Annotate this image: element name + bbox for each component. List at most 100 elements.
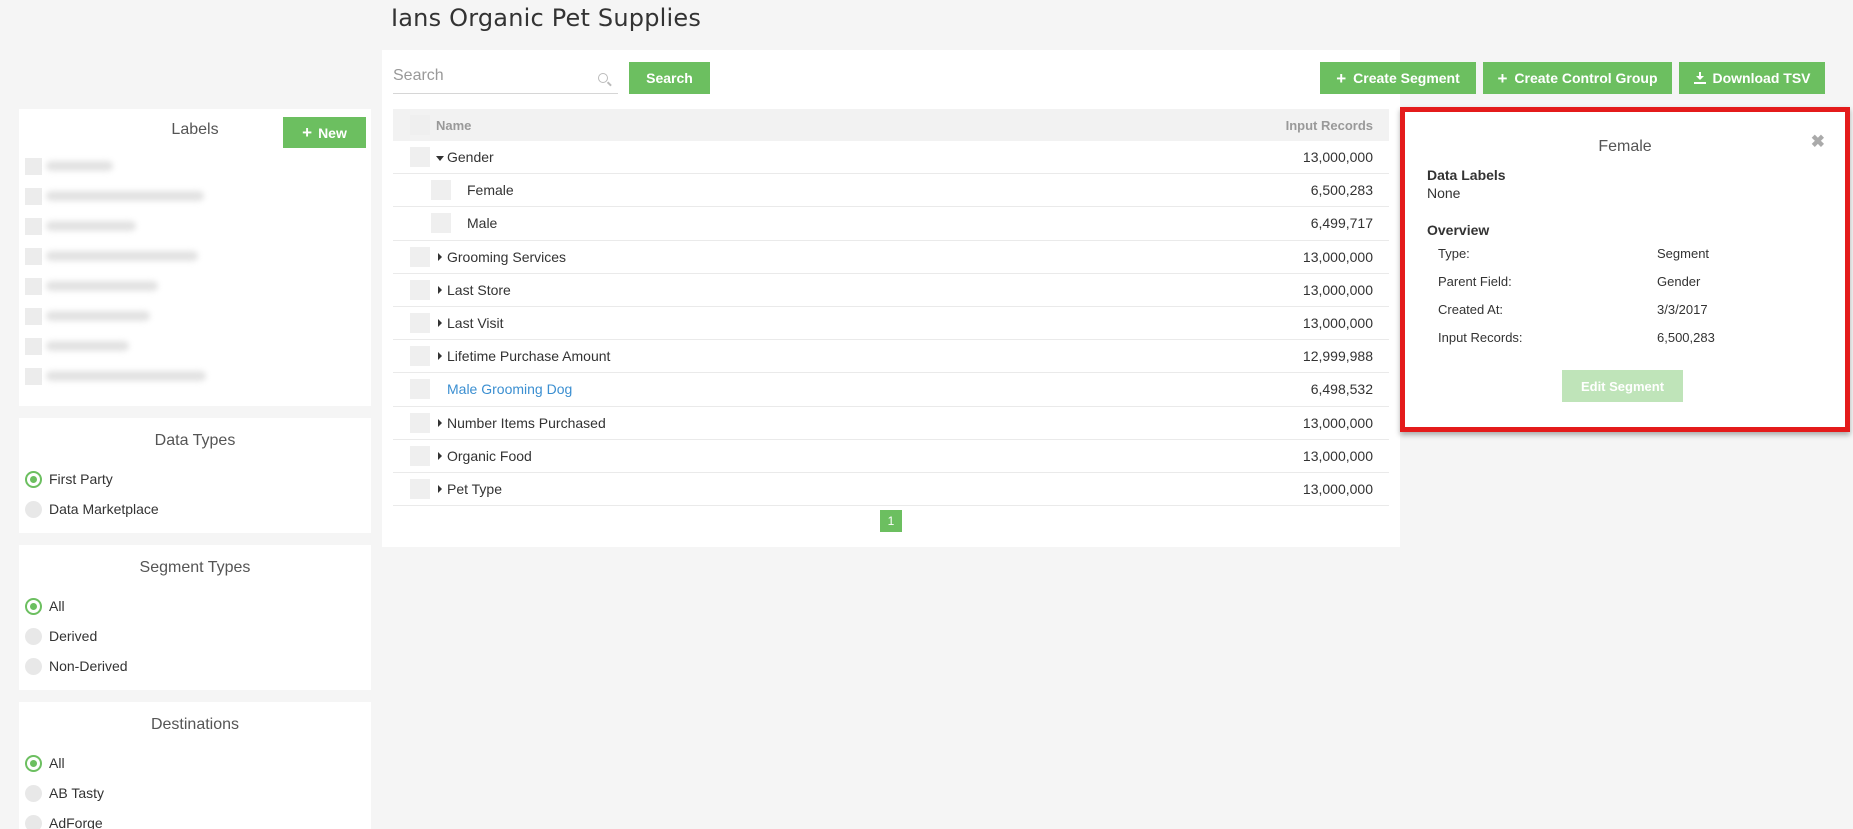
segment-type-option-label: Derived	[49, 628, 98, 644]
label-item[interactable]	[19, 271, 371, 301]
data-type-option[interactable]: First Party	[19, 464, 371, 494]
row-checkbox[interactable]	[410, 246, 430, 267]
row-checkbox[interactable]	[431, 180, 451, 201]
search-button[interactable]: Search	[629, 62, 710, 94]
label-item[interactable]	[19, 181, 371, 211]
row-toggle[interactable]	[436, 418, 447, 427]
row-toggle[interactable]	[436, 352, 447, 361]
row-toggle[interactable]	[436, 451, 447, 460]
destination-radio[interactable]	[25, 814, 42, 829]
download-tsv-text: Download TSV	[1712, 70, 1811, 86]
column-header-name[interactable]: Name	[436, 118, 1189, 133]
row-input-records: 6,498,532	[1310, 381, 1373, 398]
table-row[interactable]: Male Grooming Dog 6,498,532	[393, 373, 1389, 407]
label-item[interactable]	[19, 151, 371, 181]
row-toggle[interactable]	[436, 285, 447, 294]
row-toggle[interactable]	[436, 252, 447, 261]
segment-type-radio[interactable]	[25, 657, 42, 675]
row-toggle[interactable]	[436, 319, 447, 328]
data-types-options: First Party Data Marketplace	[19, 464, 371, 524]
caret-right-icon[interactable]	[438, 285, 442, 294]
table-row[interactable]: Number Items Purchased 13,000,000	[393, 407, 1389, 440]
segment-link[interactable]: Male Grooming Dog	[447, 381, 1189, 397]
search-input[interactable]	[393, 61, 583, 91]
row-checkbox[interactable]	[410, 279, 430, 300]
segment-type-radio[interactable]	[25, 627, 42, 645]
row-checkbox[interactable]	[410, 379, 430, 400]
table-row[interactable]: Last Visit 13,000,000	[393, 307, 1389, 341]
create-control-group-button[interactable]: + Create Control Group	[1483, 62, 1672, 94]
select-all-checkbox[interactable]	[410, 115, 430, 135]
create-segment-button[interactable]: + Create Segment	[1320, 62, 1476, 94]
label-item[interactable]	[19, 301, 371, 331]
caret-right-icon[interactable]	[438, 451, 442, 460]
label-item[interactable]	[19, 211, 371, 241]
table-row[interactable]: Male 6,499,717	[393, 207, 1389, 241]
segment-type-option[interactable]: All	[19, 591, 371, 621]
row-toggle[interactable]	[436, 484, 447, 493]
label-checkbox[interactable]	[25, 217, 42, 235]
label-checkbox[interactable]	[25, 247, 42, 265]
destination-option[interactable]: AdForge	[19, 808, 371, 829]
label-item[interactable]	[19, 241, 371, 271]
label-name-redacted	[46, 221, 136, 231]
label-checkbox[interactable]	[25, 277, 42, 295]
caret-right-icon[interactable]	[438, 319, 442, 328]
table-row[interactable]: Organic Food 13,000,000	[393, 440, 1389, 473]
table-row[interactable]: Grooming Services 13,000,000	[393, 241, 1389, 274]
segment-type-radio[interactable]	[25, 597, 42, 615]
overview-key: Type:	[1438, 246, 1470, 261]
data-labels-value: None	[1427, 185, 1461, 201]
overview-row-input-records: Input Records: 6,500,283	[1438, 330, 1818, 345]
row-checkbox[interactable]	[410, 147, 430, 168]
segment-types-options: All Derived Non-Derived	[19, 591, 371, 681]
table-row[interactable]: Last Store 13,000,000	[393, 274, 1389, 307]
row-checkbox[interactable]	[431, 213, 451, 234]
caret-right-icon[interactable]	[438, 252, 442, 261]
row-checkbox[interactable]	[410, 412, 430, 433]
label-checkbox[interactable]	[25, 157, 42, 175]
new-label-button[interactable]: + New	[283, 117, 366, 148]
overview-row-parent-field: Parent Field: Gender	[1438, 274, 1818, 289]
column-header-input-records[interactable]: Input Records	[1189, 118, 1389, 133]
row-checkbox[interactable]	[410, 313, 430, 334]
segment-detail-panel: Female ✖ Data Labels None Overview Type:…	[1400, 107, 1850, 432]
row-checkbox[interactable]	[410, 346, 430, 367]
row-input-records: 13,000,000	[1302, 248, 1373, 265]
caret-right-icon[interactable]	[438, 352, 442, 361]
destination-radio[interactable]	[25, 754, 42, 772]
segment-type-option-label: Non-Derived	[49, 658, 128, 674]
caret-down-icon[interactable]	[436, 155, 444, 161]
label-name-redacted	[46, 281, 158, 291]
table-row[interactable]: Female 6,500,283	[393, 174, 1389, 208]
label-item[interactable]	[19, 331, 371, 361]
destination-option[interactable]: AB Tasty	[19, 778, 371, 808]
label-checkbox[interactable]	[25, 307, 42, 325]
destination-radio[interactable]	[25, 784, 42, 802]
destination-option[interactable]: All	[19, 748, 371, 778]
segment-type-option[interactable]: Derived	[19, 621, 371, 651]
caret-right-icon[interactable]	[438, 418, 442, 427]
edit-segment-button[interactable]: Edit Segment	[1562, 370, 1683, 402]
data-type-option-label: Data Marketplace	[49, 501, 159, 517]
label-item[interactable]	[19, 361, 371, 391]
label-checkbox[interactable]	[25, 367, 42, 385]
data-type-option[interactable]: Data Marketplace	[19, 494, 371, 524]
table-row[interactable]: Pet Type 13,000,000	[393, 473, 1389, 507]
table-row[interactable]: Lifetime Purchase Amount 12,999,988	[393, 340, 1389, 374]
label-checkbox[interactable]	[25, 337, 42, 355]
table-row[interactable]: Gender 13,000,000	[393, 141, 1389, 175]
data-type-radio[interactable]	[25, 470, 42, 488]
row-checkbox[interactable]	[410, 478, 430, 499]
overview-key: Parent Field:	[1438, 274, 1512, 289]
label-checkbox[interactable]	[25, 187, 42, 205]
close-icon[interactable]: ✖	[1811, 132, 1825, 152]
overview-value: 6,500,283	[1657, 330, 1715, 345]
download-tsv-button[interactable]: Download TSV	[1679, 62, 1825, 94]
row-checkbox[interactable]	[410, 445, 430, 466]
row-toggle[interactable]	[436, 154, 447, 161]
pagination-page-1[interactable]: 1	[880, 510, 902, 532]
segment-type-option[interactable]: Non-Derived	[19, 651, 371, 681]
caret-right-icon[interactable]	[438, 484, 442, 493]
data-type-radio[interactable]	[25, 500, 42, 518]
